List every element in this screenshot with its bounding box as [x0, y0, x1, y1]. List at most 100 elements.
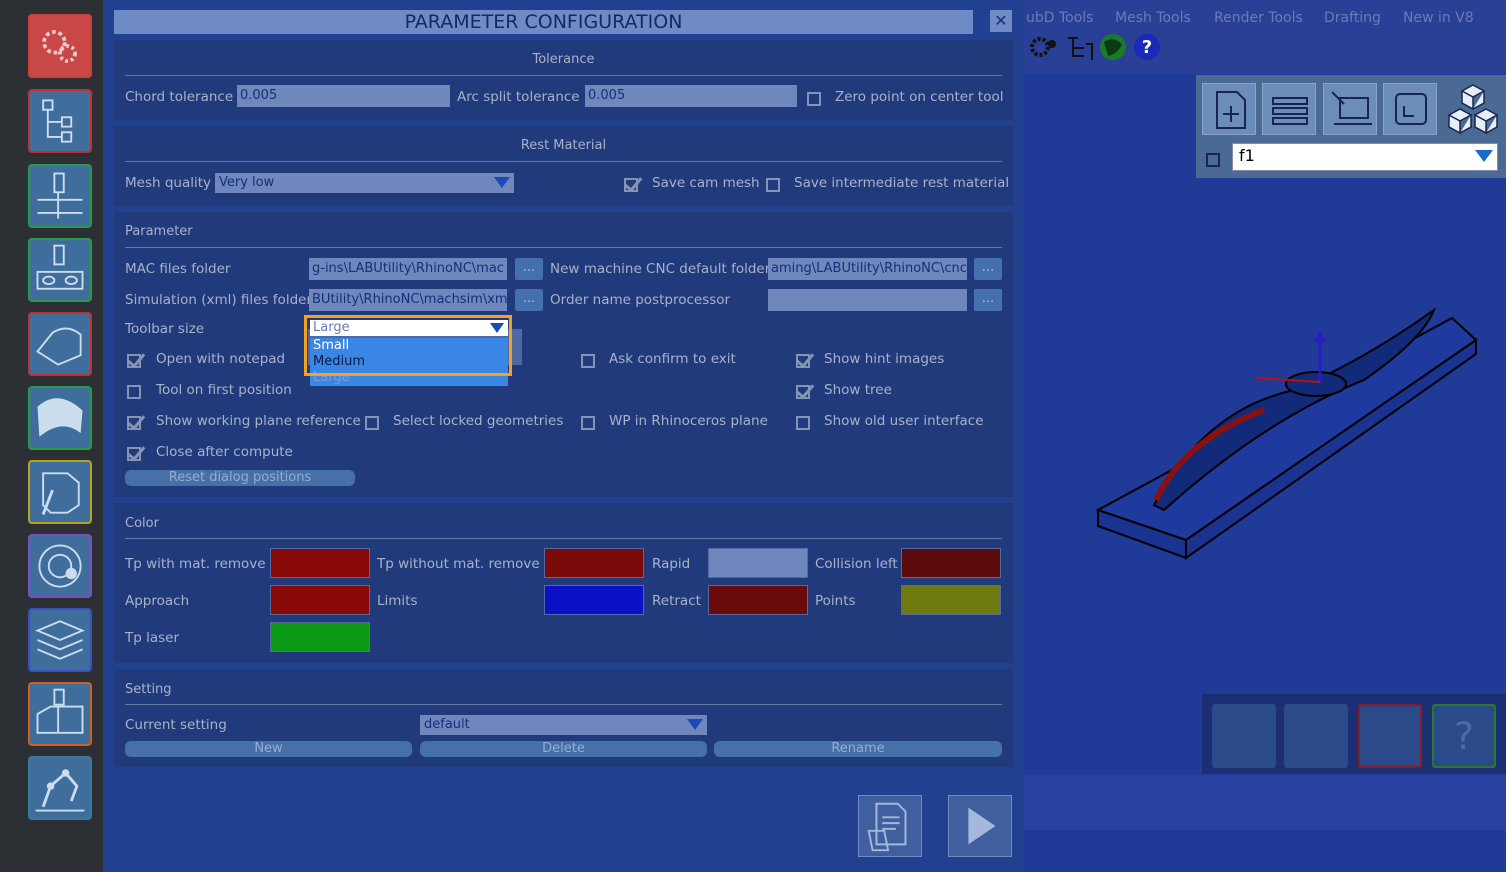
tp-with-swatch[interactable] [270, 548, 370, 578]
machining-icon[interactable] [28, 164, 92, 228]
browse-sim-button[interactable]: ... [515, 289, 543, 311]
sim-folder-input[interactable]: BUtility\RhinoNC\machsim\xml [309, 289, 507, 311]
tool-first-checkbox[interactable] [127, 385, 141, 399]
order-name-input[interactable] [768, 289, 967, 311]
network-icon[interactable] [1064, 32, 1094, 62]
gear-icon[interactable] [1028, 34, 1058, 60]
close-after-checkbox[interactable] [127, 447, 141, 461]
drill-setup-icon[interactable] [28, 238, 92, 302]
show-hint-checkbox[interactable] [796, 354, 810, 368]
arc-split-tolerance-input[interactable]: 0.005 [585, 85, 797, 107]
show-hint-label: Show hint images [824, 351, 945, 367]
globe-icon[interactable] [1098, 32, 1128, 62]
ask-confirm-label: Ask confirm to exit [609, 351, 736, 367]
tolerance-section: Tolerance Chord tolerance 0.005 Arc spli… [114, 40, 1013, 120]
view-select-value: f1 [1239, 146, 1255, 165]
divider [125, 538, 1002, 539]
save-cam-mesh-checkbox[interactable] [624, 178, 638, 192]
mac-folder-label: MAC files folder [125, 261, 231, 277]
mesh-quality-select[interactable]: Very low [215, 173, 514, 193]
limits-swatch[interactable] [544, 585, 644, 615]
settings-gears-icon[interactable] [28, 14, 92, 78]
ask-confirm-checkbox[interactable] [581, 354, 595, 368]
save-intermediate-label: Save intermediate rest material [794, 175, 1010, 191]
rapid-swatch[interactable] [708, 548, 808, 578]
rest-material-section: Rest Material Mesh quality Very low Save… [114, 126, 1013, 206]
mac-folder-input[interactable]: g-ins\LABUtility\RhinoNC\mac [309, 258, 507, 280]
browse-order-button[interactable]: ... [974, 289, 1002, 311]
delete-setting-button[interactable]: Delete [420, 741, 707, 757]
rename-setting-button[interactable]: Rename [714, 741, 1002, 757]
tp-laser-swatch[interactable] [270, 622, 370, 652]
tp-without-swatch[interactable] [544, 548, 644, 578]
zero-point-checkbox[interactable] [807, 92, 821, 106]
open-notepad-checkbox[interactable] [127, 354, 141, 368]
close-icon[interactable]: ✕ [990, 10, 1012, 32]
view-select[interactable]: f1 [1232, 143, 1498, 171]
approach-swatch[interactable] [270, 585, 370, 615]
divider [125, 704, 1002, 705]
chevron-down-icon [1475, 150, 1493, 162]
close-after-label: Close after compute [156, 444, 293, 460]
toolbar-size-label: Toolbar size [125, 321, 205, 337]
gears-icon[interactable] [1358, 704, 1422, 768]
points-swatch[interactable] [901, 585, 1001, 615]
status-strip [1024, 775, 1506, 830]
save-intermediate-checkbox[interactable] [766, 178, 780, 192]
menu-render-tools[interactable]: Render Tools [1214, 10, 1303, 26]
select-locked-label: Select locked geometries [393, 413, 564, 429]
setting-section: Setting Current setting default New Dele… [114, 669, 1013, 767]
browse-mac-button[interactable]: ... [515, 258, 543, 280]
show-old-ui-checkbox[interactable] [796, 416, 810, 430]
tree-icon[interactable] [28, 89, 92, 153]
cutting-icon[interactable] [28, 682, 92, 746]
left-toolbar [0, 0, 103, 872]
svg-text:?: ? [1454, 714, 1474, 758]
collision-swatch[interactable] [901, 548, 1001, 578]
chevron-down-icon [687, 719, 703, 730]
stack-icon[interactable] [1262, 83, 1316, 135]
help-icon[interactable]: ? [1132, 32, 1162, 62]
export-document-icon[interactable] [858, 795, 922, 857]
turning-icon[interactable] [28, 534, 92, 598]
show-tree-checkbox[interactable] [796, 385, 810, 399]
machine-icon[interactable] [1284, 704, 1348, 768]
new-machine-input[interactable]: aming\LABUtility\RhinoNC\cnc [768, 258, 967, 280]
reset-dialog-button[interactable]: Reset dialog positions [125, 470, 355, 486]
menu-new-in-v8[interactable]: New in V8 [1403, 10, 1474, 26]
wp-rhino-label: WP in Rhinoceros plane [609, 413, 768, 429]
svg-text:?: ? [1142, 37, 1152, 58]
cubes-icon[interactable] [1444, 81, 1502, 139]
new-document-icon[interactable] [1202, 83, 1256, 135]
surface-stock-icon[interactable] [28, 312, 92, 376]
wp-rhino-checkbox[interactable] [581, 416, 595, 430]
show-tree-label: Show tree [824, 382, 892, 398]
tool-head-icon[interactable] [28, 460, 92, 524]
menu-subd-tools[interactable]: ubD Tools [1026, 10, 1093, 26]
menu-drafting[interactable]: Drafting [1324, 10, 1381, 26]
computer-import-icon[interactable] [1323, 83, 1377, 135]
retract-swatch[interactable] [708, 585, 808, 615]
view-checkbox[interactable] [1206, 153, 1220, 167]
help-question-icon[interactable]: ? [1432, 704, 1496, 768]
divider [125, 247, 1002, 248]
open-notepad-label: Open with notepad [156, 351, 286, 367]
frame-icon[interactable] [1383, 83, 1437, 135]
parameter-title: Parameter [125, 224, 193, 239]
show-wp-checkbox[interactable] [127, 416, 141, 430]
new-setting-button[interactable]: New [125, 741, 412, 757]
menu-mesh-tools[interactable]: Mesh Tools [1115, 10, 1191, 26]
surface-icon[interactable] [28, 386, 92, 450]
tool-icon[interactable] [1212, 704, 1276, 768]
show-wp-label: Show working plane reference [156, 413, 361, 429]
current-setting-select[interactable]: default [420, 715, 707, 735]
zero-point-label: Zero point on center tool [835, 89, 1004, 105]
browse-cnc-button[interactable]: ... [974, 258, 1002, 280]
arc-split-tolerance-label: Arc split tolerance [457, 89, 580, 105]
new-machine-label: New machine CNC default folder [550, 261, 771, 277]
chord-tolerance-input[interactable]: 0.005 [237, 85, 450, 107]
select-locked-checkbox[interactable] [365, 416, 379, 430]
layers-icon[interactable] [28, 608, 92, 672]
play-icon[interactable] [948, 795, 1012, 857]
robot-arm-icon[interactable] [28, 756, 92, 820]
